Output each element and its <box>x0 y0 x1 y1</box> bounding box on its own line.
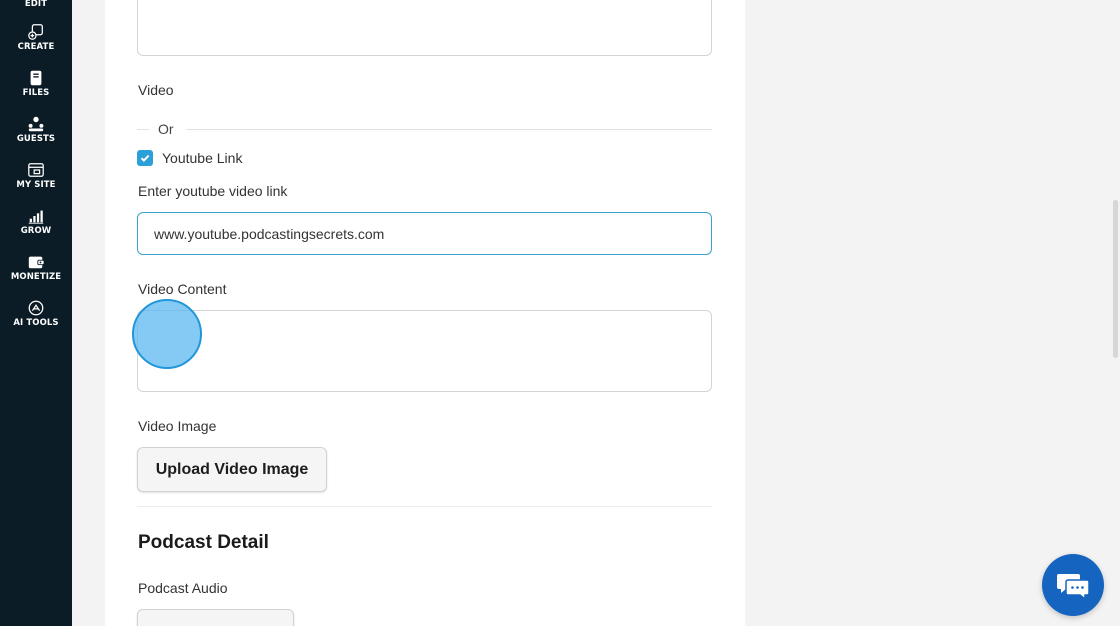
podcast-audio-label: Podcast Audio <box>138 580 228 596</box>
sidebar-item-label: MY SITE <box>16 180 56 190</box>
chat-bubble-icon <box>1057 574 1090 600</box>
sidebar-item-guests[interactable]: GUESTS <box>0 115 72 145</box>
or-divider-right <box>186 129 712 130</box>
sidebar-item-label: FILES <box>22 88 50 98</box>
check-icon <box>140 154 150 163</box>
click-indicator <box>132 299 202 369</box>
sidebar-item-my-site[interactable]: MY SITE <box>0 161 72 191</box>
sidebar-item-label: CREATE <box>17 42 55 52</box>
podcast-detail-title: Podcast Detail <box>138 532 269 553</box>
or-text: Or <box>158 121 174 137</box>
description-textarea[interactable] <box>137 0 712 56</box>
grow-icon <box>28 210 44 224</box>
sidebar-item-label: GROW <box>20 226 52 236</box>
sidebar-item-ai-tools[interactable]: AI TOOLS <box>0 299 72 329</box>
video-content-label: Video Content <box>138 281 227 297</box>
sidebar-item-edit[interactable]: EDIT <box>0 0 72 10</box>
section-divider <box>137 506 712 507</box>
video-label: Video <box>138 82 174 98</box>
monetize-icon <box>28 256 45 269</box>
youtube-link-field-label: Enter youtube video link <box>138 183 288 199</box>
youtube-link-checkbox-label[interactable]: Youtube Link <box>162 149 242 167</box>
sidebar-item-label: AI TOOLS <box>13 318 59 328</box>
youtube-link-checkbox[interactable] <box>137 150 153 166</box>
upload-video-image-button[interactable]: Upload Video Image <box>137 447 327 492</box>
chat-button[interactable] <box>1042 554 1104 616</box>
sidebar-item-label: EDIT <box>24 0 48 9</box>
my-site-icon <box>28 163 44 177</box>
create-icon <box>28 24 43 40</box>
sidebar-item-label: MONETIZE <box>10 272 62 282</box>
video-image-label: Video Image <box>138 418 217 434</box>
sidebar: EDIT CREATE FILES GUESTS MY SITE GROW MO… <box>0 0 72 626</box>
sidebar-item-grow[interactable]: GROW <box>0 207 72 237</box>
video-content-textarea[interactable] <box>137 310 712 392</box>
sidebar-item-create[interactable]: CREATE <box>0 23 72 53</box>
sidebar-item-label: GUESTS <box>16 134 56 144</box>
guests-icon <box>28 116 44 132</box>
or-divider-left <box>137 129 149 130</box>
upload-podcast-audio-button[interactable] <box>137 609 294 626</box>
sidebar-item-monetize[interactable]: MONETIZE <box>0 253 72 283</box>
youtube-link-input[interactable] <box>137 212 712 255</box>
ai-tools-icon <box>28 300 44 316</box>
files-icon <box>30 70 42 86</box>
sidebar-item-files[interactable]: FILES <box>0 69 72 99</box>
scrollbar-thumb[interactable] <box>1113 200 1118 358</box>
